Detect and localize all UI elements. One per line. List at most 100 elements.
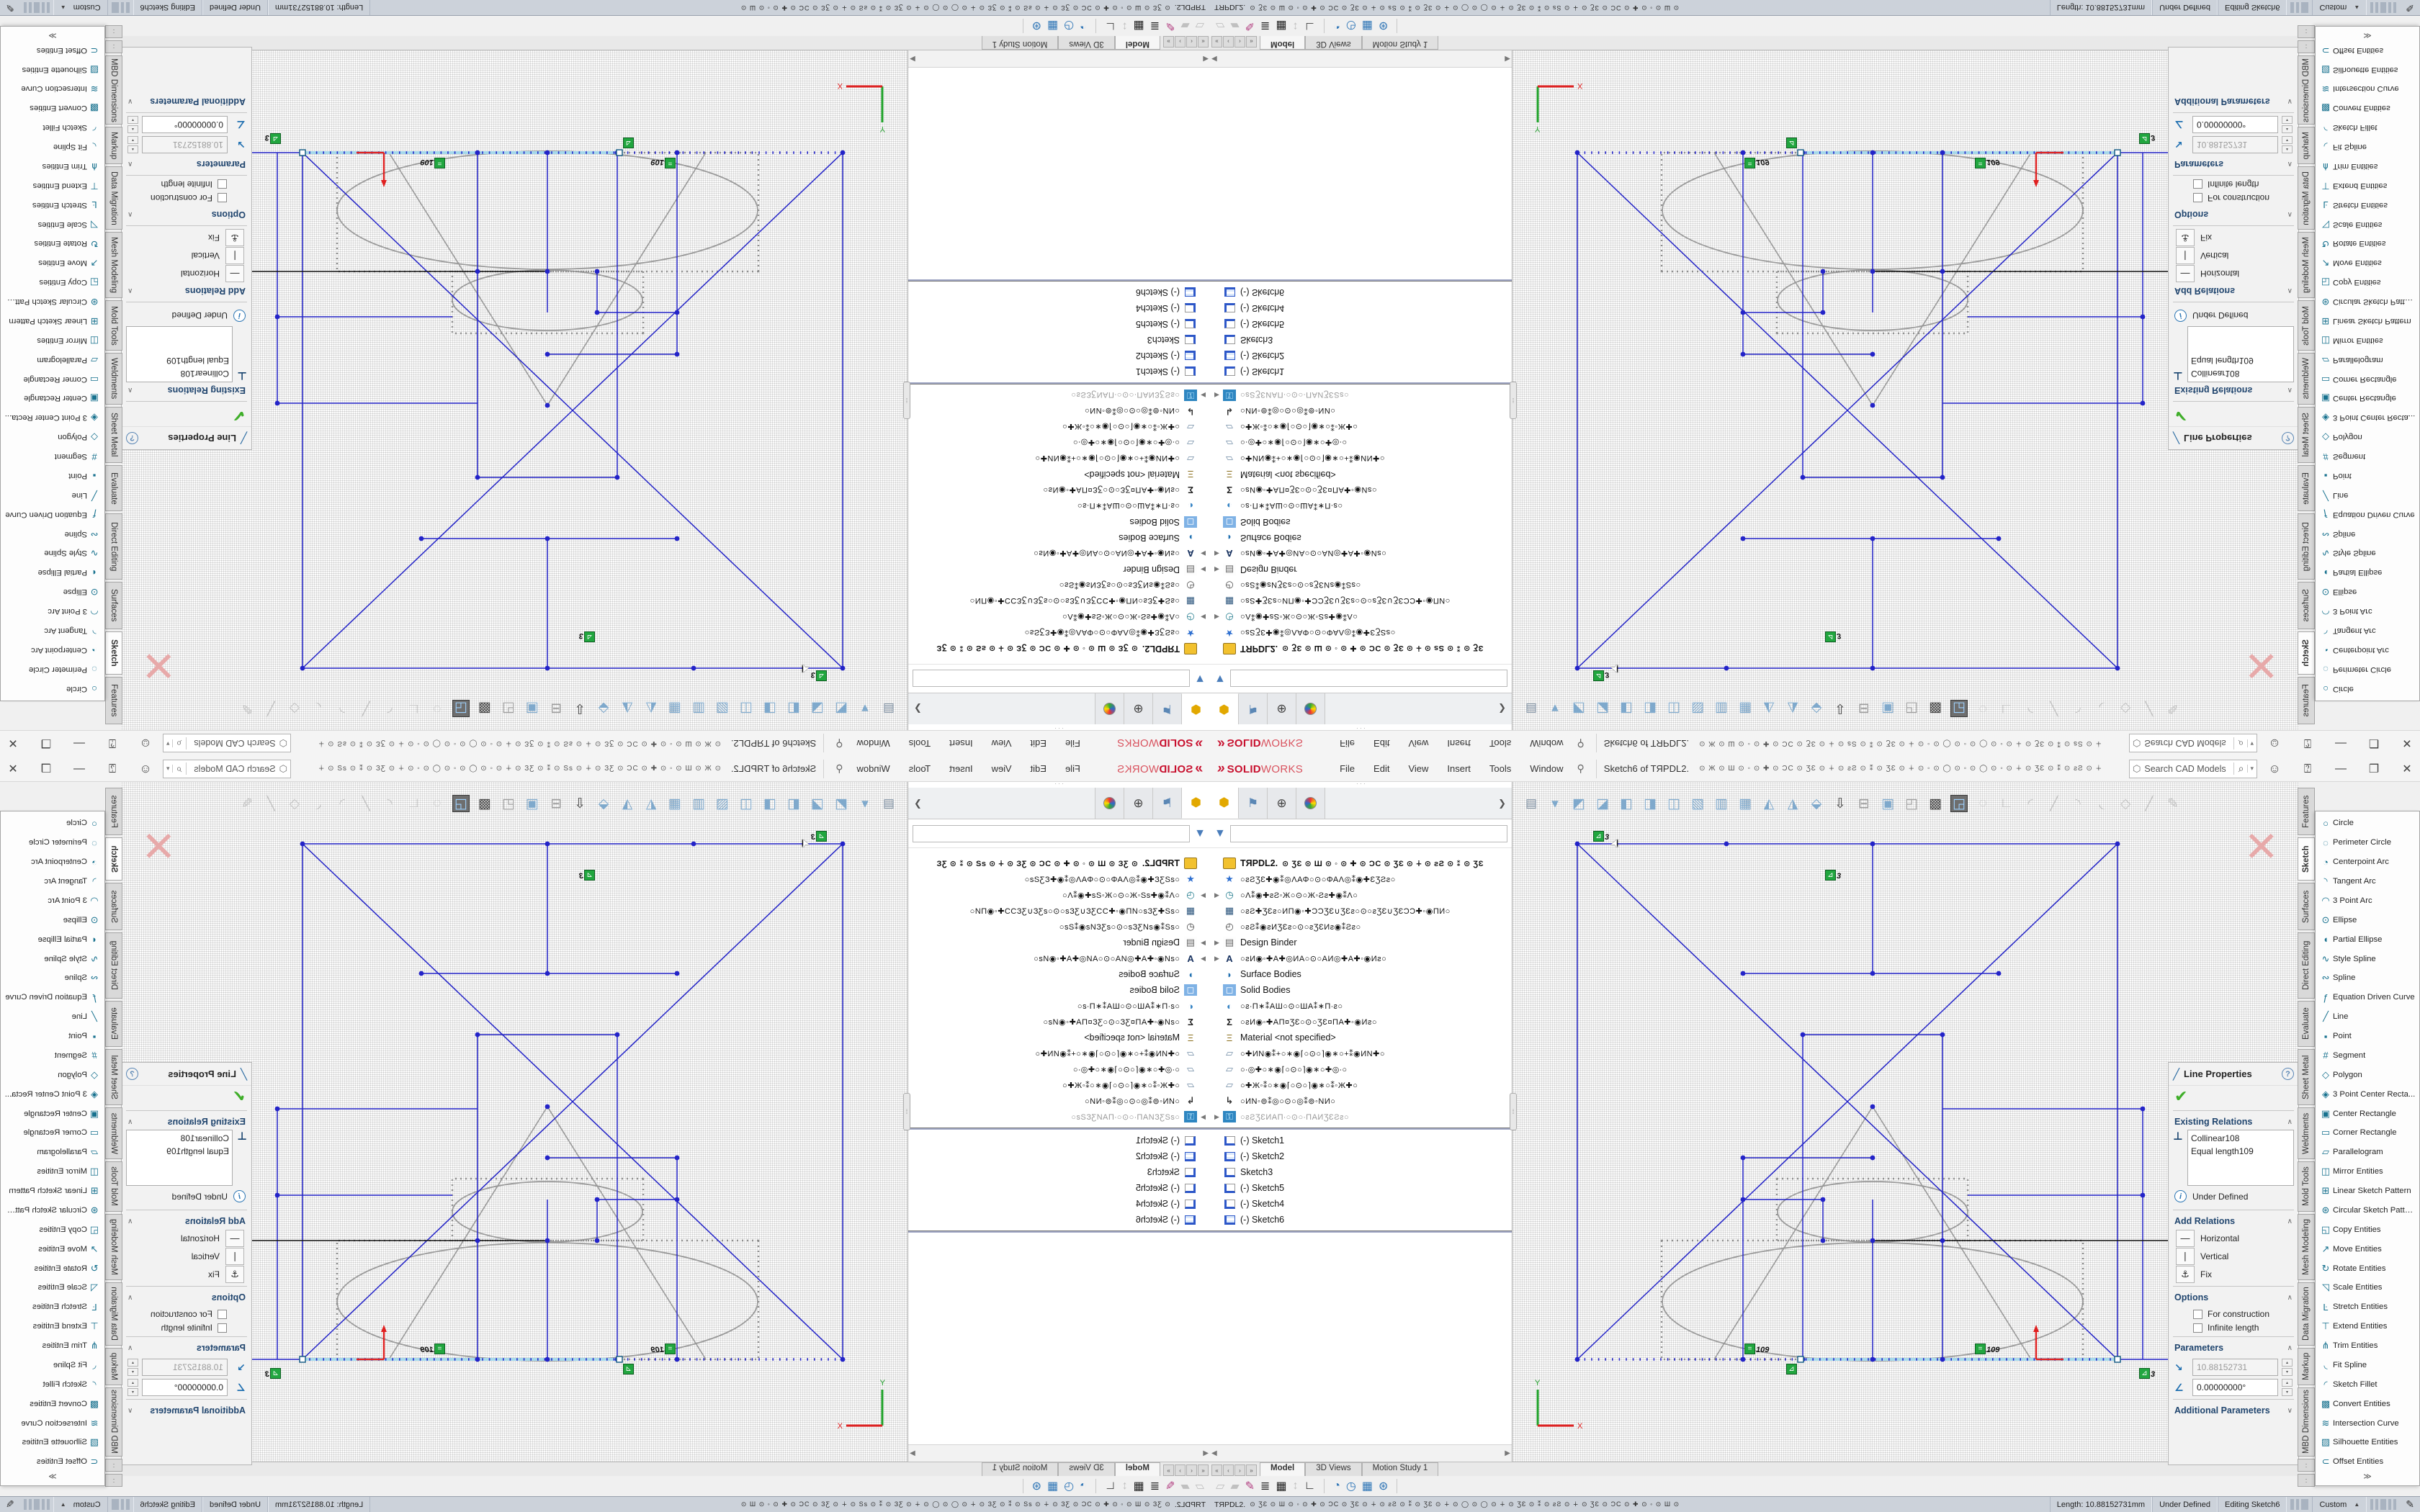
sketch-tool-rotate-entities[interactable]: ↻Rotate Entities xyxy=(1,1259,104,1278)
sketch-tool-partial-ellipse[interactable]: ◖Partial Ellipse xyxy=(1,930,104,949)
sketch-tool-move-entities[interactable]: ↗Move Entities xyxy=(2316,1239,2419,1259)
chevron-up-icon[interactable]: ∧ xyxy=(127,211,133,219)
chevron-up-icon[interactable]: ∧ xyxy=(2287,1344,2293,1352)
chevron-up-icon[interactable]: ∧ xyxy=(2287,211,2293,219)
sketch-tool-equation-driven-curve[interactable]: ƒEquation Driven Curve xyxy=(2316,505,2419,524)
sketch-tool-silhouette-entities[interactable]: ▨Silhouette Entities xyxy=(1,60,104,79)
expand-arrow-icon[interactable]: ▶ xyxy=(1214,955,1223,963)
propmgr-help-icon[interactable]: ? xyxy=(126,432,138,444)
scroll-right-icon[interactable]: ▶ xyxy=(1505,55,1510,63)
expand-arrow-icon[interactable]: ▶ xyxy=(1214,566,1223,574)
menu-insert[interactable]: Insert xyxy=(1438,757,1480,781)
sketch-tool-circle[interactable]: ○Circle xyxy=(2316,679,2419,698)
view-toolbar-icon[interactable]: ◫ xyxy=(738,795,755,812)
view-toolbar-icon[interactable]: ◜ xyxy=(2022,700,2039,717)
tree-item[interactable]: ◴○ƨƧ⁑◉ƨИƷƐƨ○⊙○ƨƷƐИƨ◉⁑Ƨƨ○ xyxy=(908,919,1210,935)
sketch-relation-badge[interactable]: ⊿3 xyxy=(1825,631,1841,642)
tree-item[interactable]: (-) Sketch6 xyxy=(908,1212,1210,1228)
parameters-header[interactable]: Parameters ∧ xyxy=(122,156,251,172)
add-relation-fix-button[interactable]: ⚓Fix xyxy=(2176,229,2291,247)
rollback-bar[interactable] xyxy=(1210,1128,1512,1130)
add-relation-fix-button[interactable]: ⚓Fix xyxy=(2176,1265,2291,1283)
sketch-tool-convert-entities[interactable]: ▩Convert Entities xyxy=(2316,1394,2419,1413)
menu-edit[interactable]: Edit xyxy=(1021,732,1056,756)
search-input[interactable]: Search CAD Models xyxy=(2144,739,2233,749)
parameter-input[interactable]: 0.00000000° xyxy=(2192,116,2278,133)
minimize-button[interactable]: — xyxy=(72,737,86,750)
view-toolbar-icon[interactable]: ⇩ xyxy=(571,795,588,812)
menu-tools[interactable]: Tools xyxy=(900,757,940,781)
view-toolbar-icon[interactable]: ⊟ xyxy=(547,700,565,717)
relation-list-item[interactable]: Equal length109 xyxy=(130,354,229,367)
bottom-tool-icon[interactable]: ▱ xyxy=(1196,1479,1204,1493)
spin-up-icon[interactable]: ▴ xyxy=(2282,1379,2293,1387)
additional-parameters-header[interactable]: Additional Parameters ∨ xyxy=(122,94,251,109)
bottom-tool-icon[interactable]: ▦ xyxy=(1362,1479,1373,1493)
bottom-tool-icon[interactable]: ▱ xyxy=(1216,19,1224,33)
model-tab-motion-study-1[interactable]: Motion Study 1 xyxy=(1362,36,1439,50)
add-relations-header[interactable]: Add Relations ∧ xyxy=(2169,283,2298,299)
spinner[interactable]: ▴▾ xyxy=(2282,136,2293,153)
menu-edit[interactable]: Edit xyxy=(1364,757,1399,781)
spin-down-icon[interactable]: ▾ xyxy=(2282,1368,2293,1376)
view-toolbar-icon[interactable]: ▩ xyxy=(476,795,493,812)
command-tab-mbd-dimensions[interactable]: MBD Dimensions xyxy=(2298,55,2315,125)
sketch-tool-copy-entities[interactable]: ◱Copy Entities xyxy=(1,273,104,292)
view-toolbar-icon[interactable]: ◜ xyxy=(2022,795,2039,812)
tree-item[interactable]: ▶⚿○ƨƧƷƐИΑΠ∙○⊙○∙ΠΑИƷƐƧƨ○ xyxy=(908,387,1210,403)
rollback-bar[interactable] xyxy=(1210,382,1512,384)
command-tab-features[interactable]: Features xyxy=(2298,677,2315,724)
view-toolbar-icon[interactable]: ◨ xyxy=(1641,700,1659,717)
tree-item[interactable]: Σ○ƨИ◉◦✚ΑΠ¤ƷƐ○⊙○ƷƐ¤ΠΑ✚◦◉Иƨ○ xyxy=(908,1014,1210,1030)
filter-input[interactable] xyxy=(1230,670,1507,688)
search-box[interactable]: ⬡ Search CAD Models ⌕ ▾ xyxy=(163,734,291,753)
sketch-tool-3-point-arc[interactable]: ◠3 Point Arc xyxy=(1,891,104,911)
sketch-tool-circle[interactable]: ○Circle xyxy=(2316,814,2419,833)
sketch-tool-center-rectangle[interactable]: ▣Center Rectangle xyxy=(2316,389,2419,408)
search-icon[interactable]: ⌕ xyxy=(174,762,187,775)
add-relation-vertical-button[interactable]: ∣Vertical xyxy=(2176,247,2291,265)
panel-tab-part[interactable]: ⬢ xyxy=(1210,788,1239,819)
menu-insert[interactable]: Insert xyxy=(1438,732,1480,756)
view-toolbar-icon[interactable]: ⬙ xyxy=(595,700,612,717)
view-toolbar-icon[interactable]: ◜ xyxy=(381,700,398,717)
sketch-tool-equation-driven-curve[interactable]: ƒEquation Driven Curve xyxy=(2316,988,2419,1007)
sketch-tool-centerpoint-arc[interactable]: ◔Centerpoint Arc xyxy=(1,852,104,872)
search-icon[interactable]: ⌕ xyxy=(2233,762,2246,775)
menu-window[interactable]: Window xyxy=(1520,732,1572,756)
view-toolbar-icon[interactable]: ◰ xyxy=(500,700,517,717)
filter-input[interactable] xyxy=(1230,825,1507,842)
sketch-tool-centerpoint-arc[interactable]: ◔Centerpoint Arc xyxy=(2316,640,2419,660)
bottom-tool-icon[interactable]: ↕ xyxy=(1293,19,1299,32)
bottom-tool-icon[interactable]: ◷ xyxy=(1346,19,1356,33)
view-toolbar-icon[interactable]: ⊟ xyxy=(1855,795,1873,812)
minimize-button[interactable]: — xyxy=(2334,737,2348,750)
sketch-tool-linear-sketch-pattern[interactable]: ⊞Linear Sketch Pattern xyxy=(1,1182,104,1201)
view-toolbar-icon[interactable]: ◫ xyxy=(1665,795,1682,812)
spin-up-icon[interactable]: ▴ xyxy=(2282,125,2293,133)
command-tab-sheet-metal[interactable]: Sheet Metal xyxy=(2298,407,2315,463)
sketch-tool-sketch-fillet[interactable]: ◜Sketch Fillet xyxy=(2316,118,2419,138)
parameter-input[interactable]: 10.88152731 xyxy=(2192,136,2278,153)
command-tab-sketch[interactable]: Sketch xyxy=(105,631,122,675)
sketch-tool-stretch-entities[interactable]: ĿStretch Entities xyxy=(1,195,104,215)
tab-nav-icon[interactable]: « xyxy=(1211,1464,1222,1476)
tree-item[interactable]: ◐○ƨ∙Π∗⁑ΑШ○⊙○ШΑ⁑∗Π∙ƨ○ xyxy=(1210,998,1512,1014)
command-tab-weldments[interactable]: Weldments xyxy=(105,353,122,405)
sketch-tool-fit-spline[interactable]: ◟Fit Spline xyxy=(1,138,104,157)
sketch-tool-corner-rectangle[interactable]: ▭Corner Rectangle xyxy=(1,369,104,389)
command-tab-features[interactable]: Features xyxy=(2298,788,2315,835)
rollback-bar[interactable] xyxy=(1210,1230,1512,1233)
sketch-tool-style-spline[interactable]: ∿Style Spline xyxy=(1,949,104,968)
scroll-left-icon[interactable]: ◀ xyxy=(1203,55,1209,63)
sketch-tool-line[interactable]: ╱Line xyxy=(1,1007,104,1027)
panel-splitter-handle[interactable]: ⁞ xyxy=(903,382,910,419)
pin-icon[interactable]: ⚲ xyxy=(835,737,843,750)
menu-insert[interactable]: Insert xyxy=(940,757,982,781)
relation-list-item[interactable]: Collinear108 xyxy=(130,1132,229,1145)
view-toolbar-icon[interactable]: ◪ xyxy=(809,795,826,812)
command-tab--[interactable]: : xyxy=(2298,25,2315,38)
menu-file[interactable]: File xyxy=(1056,732,1090,756)
chevron-up-icon[interactable]: ∧ xyxy=(127,1118,133,1126)
checkbox[interactable] xyxy=(218,194,227,203)
